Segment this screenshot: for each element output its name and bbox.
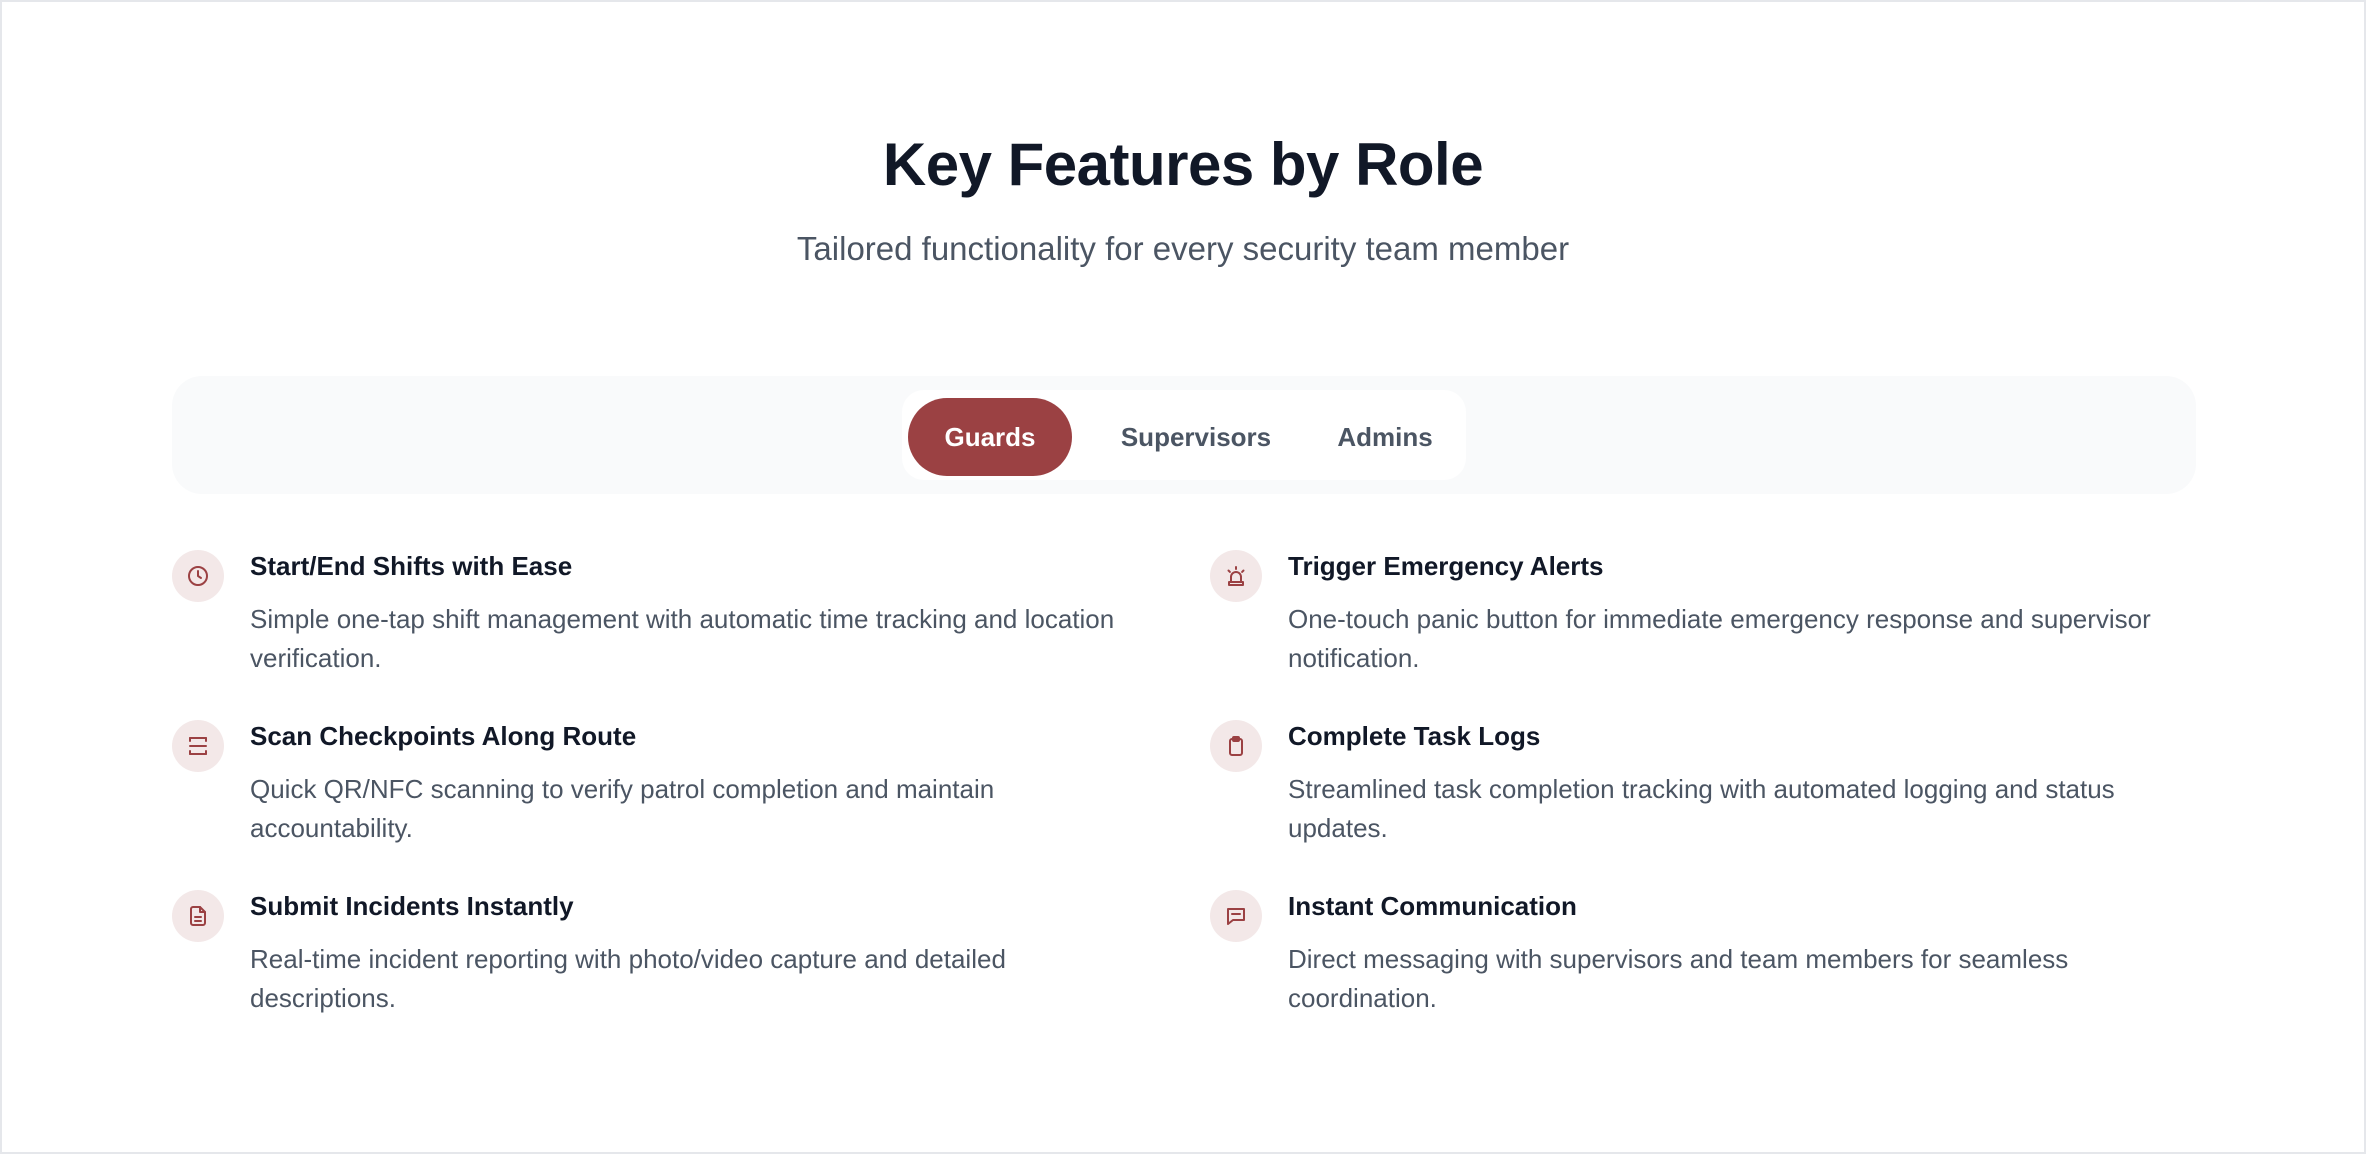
feature-description: Streamlined task completion tracking wit… (1288, 774, 2115, 843)
feature-title: Instant Communication (1288, 891, 1577, 921)
role-tab-bar: Guards Supervisors Admins (172, 376, 2196, 494)
section-subtitle: Tailored functionality for every securit… (796, 230, 1570, 267)
feature-title: Submit Incidents Instantly (250, 891, 574, 921)
feature-title: Start/End Shifts with Ease (250, 551, 573, 581)
features-by-role-section: Key Features by Role Tailored functional… (2, 2, 2364, 1152)
feature-title: Complete Task Logs (1288, 721, 1541, 751)
feature-title: Trigger Emergency Alerts (1288, 551, 1604, 581)
tab-guards[interactable]: Guards (908, 398, 1072, 476)
feature-description: One-touch panic button for immediate eme… (1288, 604, 2151, 673)
tab-admins[interactable]: Admins (1320, 398, 1450, 476)
section-title: Key Features by Role (882, 131, 1484, 198)
feature-description: Simple one-tap shift management with aut… (250, 604, 1115, 673)
role-tab-group: Guards Supervisors Admins (902, 390, 1466, 480)
scan-icon (172, 720, 224, 772)
document-icon (172, 890, 224, 942)
siren-icon (1210, 550, 1262, 602)
feature-description: Direct messaging with supervisors and te… (1288, 944, 2069, 1013)
feature-title: Scan Checkpoints Along Route (250, 721, 637, 751)
clipboard-icon (1210, 720, 1262, 772)
feature-description: Quick QR/NFC scanning to verify patrol c… (250, 774, 995, 843)
tab-supervisors[interactable]: Supervisors (1084, 398, 1308, 476)
feature-description: Real-time incident reporting with photo/… (250, 944, 1006, 1013)
message-icon (1210, 890, 1262, 942)
clock-icon (172, 550, 224, 602)
